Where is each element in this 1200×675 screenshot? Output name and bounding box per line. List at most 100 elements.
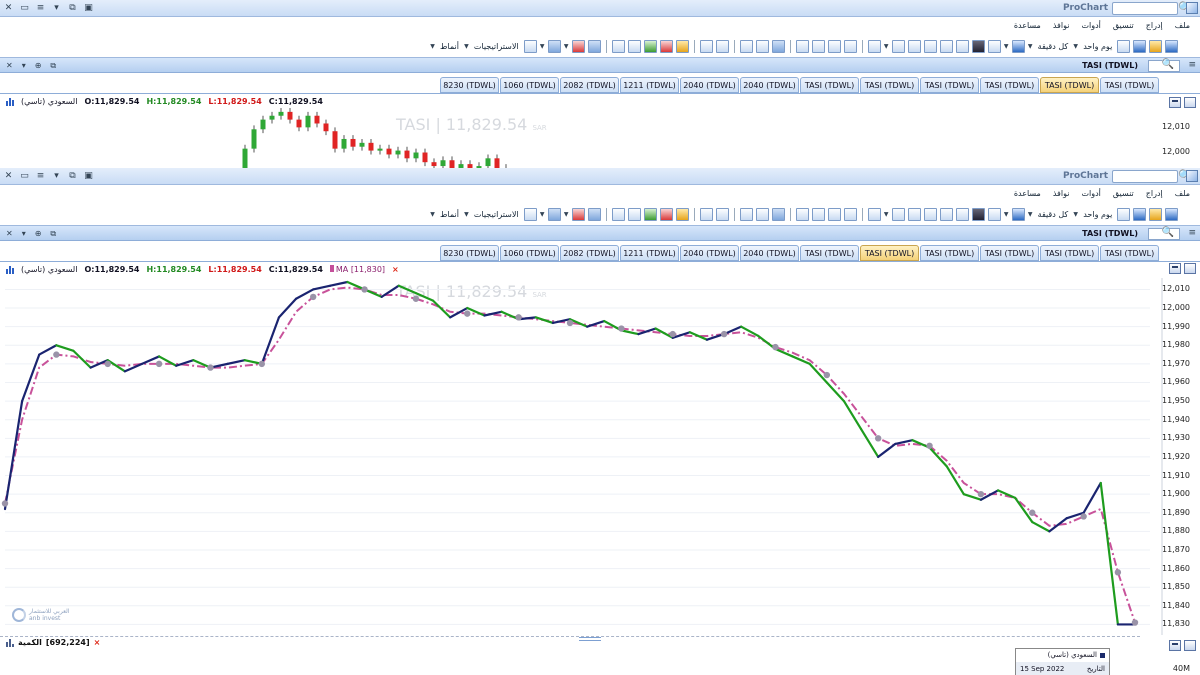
price-line-segment bbox=[877, 442, 897, 459]
volume-legend: الكمية [692,224] × bbox=[6, 638, 100, 647]
y-tick-label: 11,990 bbox=[1162, 321, 1190, 331]
ma-marker bbox=[258, 360, 266, 368]
broker-logo: العربي للاستثمار anb invest bbox=[12, 608, 70, 622]
y-tick-label: 12,000 bbox=[1162, 303, 1190, 313]
tooltip-date: 15 Sep 2022 bbox=[1020, 664, 1065, 673]
price-line-segment bbox=[859, 427, 880, 459]
y-tick-label: 11,980 bbox=[1162, 340, 1190, 350]
volume-icon bbox=[6, 638, 14, 647]
y-tick-label: 11,960 bbox=[1162, 377, 1190, 387]
candle-body bbox=[386, 148, 392, 155]
y-tick-label: 11,860 bbox=[1162, 563, 1190, 573]
ma-marker bbox=[874, 435, 882, 442]
ma-marker bbox=[207, 364, 214, 371]
ma-marker bbox=[155, 360, 163, 368]
tooltip-date-row: 15 Sep 2022 التاريخ bbox=[1016, 662, 1109, 675]
maximize-pane-button[interactable] bbox=[1184, 640, 1196, 651]
ma-marker bbox=[464, 310, 471, 317]
y-tick-label: 11,920 bbox=[1162, 451, 1190, 461]
candle-body bbox=[485, 158, 491, 167]
price-line-segment bbox=[55, 344, 75, 352]
candle-body bbox=[314, 115, 320, 124]
pane-splitter[interactable] bbox=[579, 637, 601, 641]
ma-line[interactable] bbox=[4, 286, 1136, 623]
tooltip-header: (السعودي (تاسي bbox=[1048, 651, 1105, 659]
candle-body bbox=[359, 142, 365, 147]
y-tick-label: 11,950 bbox=[1162, 396, 1190, 406]
candle-body bbox=[269, 115, 275, 120]
tooltip-date-label: التاريخ bbox=[1086, 664, 1105, 673]
ma-marker bbox=[772, 343, 779, 351]
tooltip-title: (السعودي (تاسي bbox=[1047, 651, 1097, 659]
data-tooltip: (السعودي (تاسي 15 Sep 2022 التاريخ bbox=[1015, 648, 1110, 675]
ma-marker bbox=[309, 293, 317, 301]
volume-pane-buttons bbox=[1169, 640, 1196, 651]
logo-text: العربي للاستثمار anb invest bbox=[29, 608, 70, 622]
ma-marker bbox=[926, 442, 933, 449]
pane-divider bbox=[0, 636, 1140, 637]
volume-label: الكمية bbox=[18, 638, 42, 647]
y-tick-label: 11,970 bbox=[1162, 358, 1190, 368]
ma-marker bbox=[1, 500, 9, 507]
ma-marker bbox=[1114, 569, 1122, 576]
price-line-segment bbox=[3, 400, 24, 511]
ma-marker bbox=[1131, 619, 1139, 626]
chart-window-top: ✕ ▭ ≡ ▾ ⧉ ▣ ProChart 🔍 ملف إدراج تنسيق أ… bbox=[0, 0, 1200, 168]
candle-body bbox=[494, 158, 500, 168]
volume-axis-label: 40M bbox=[1172, 664, 1190, 673]
candle-body bbox=[305, 115, 311, 128]
candlestick-chart[interactable] bbox=[0, 0, 1200, 168]
candle-body bbox=[395, 150, 401, 155]
minimize-pane-button[interactable] bbox=[1169, 640, 1181, 651]
candle-body bbox=[251, 129, 257, 149]
candle-body bbox=[404, 150, 410, 159]
price-line-segment bbox=[1099, 481, 1119, 626]
logo-line1: العربي للاستثمار bbox=[29, 608, 70, 615]
ma-marker bbox=[515, 314, 522, 321]
chart-window-main: ✕ ▭ ≡ ▾ ⧉ ▣ ProChart 🔍 ملف إدراج تنسيق أ… bbox=[0, 168, 1200, 675]
candle-body bbox=[332, 131, 338, 149]
y-tick-label: 11,940 bbox=[1162, 414, 1190, 424]
y-tick-label: 11,890 bbox=[1162, 507, 1190, 517]
logo-line2: anb invest bbox=[29, 615, 61, 622]
price-line-segment bbox=[534, 316, 554, 325]
price-line-segment bbox=[1082, 481, 1102, 514]
candle-body bbox=[440, 160, 446, 167]
price-line-segment bbox=[620, 329, 640, 336]
series-swatch bbox=[1100, 652, 1105, 658]
candle-body bbox=[377, 148, 383, 151]
candle-body bbox=[350, 138, 356, 147]
price-line-segment bbox=[260, 316, 281, 365]
candle-body bbox=[341, 138, 347, 149]
price-line-segment bbox=[329, 280, 349, 287]
y-tick-label: 12,010 bbox=[1162, 284, 1190, 294]
remove-volume-button[interactable]: × bbox=[94, 638, 101, 647]
ma-marker bbox=[104, 360, 111, 368]
price-line-segment bbox=[312, 284, 332, 291]
price-line-chart[interactable] bbox=[0, 168, 1200, 675]
candle-body bbox=[296, 119, 302, 128]
candle-body bbox=[422, 152, 428, 163]
candle-body bbox=[323, 123, 329, 132]
y-tick-label: 11,870 bbox=[1162, 544, 1190, 554]
ma-marker bbox=[977, 490, 985, 498]
volume-value: [692,224] bbox=[45, 638, 90, 647]
ma-marker bbox=[566, 319, 574, 327]
ma-marker bbox=[361, 286, 368, 293]
y-tick-label: 11,910 bbox=[1162, 470, 1190, 480]
y-tick-label: 11,830 bbox=[1162, 619, 1190, 629]
ma-marker bbox=[412, 295, 420, 302]
logo-icon bbox=[12, 608, 26, 622]
y-tick-label: 11,850 bbox=[1162, 582, 1190, 592]
price-line-segment bbox=[1014, 496, 1034, 524]
price-line-segment bbox=[226, 359, 246, 365]
candle-body bbox=[431, 162, 437, 167]
ma-marker bbox=[823, 371, 831, 379]
candle-body bbox=[242, 148, 248, 168]
price-line-segment bbox=[431, 299, 452, 319]
y-tick-label: 11,930 bbox=[1162, 433, 1190, 443]
candle-body bbox=[368, 142, 374, 151]
ma-marker bbox=[1080, 513, 1087, 520]
candle-body bbox=[287, 111, 293, 120]
y-tick-label: 11,880 bbox=[1162, 526, 1190, 536]
